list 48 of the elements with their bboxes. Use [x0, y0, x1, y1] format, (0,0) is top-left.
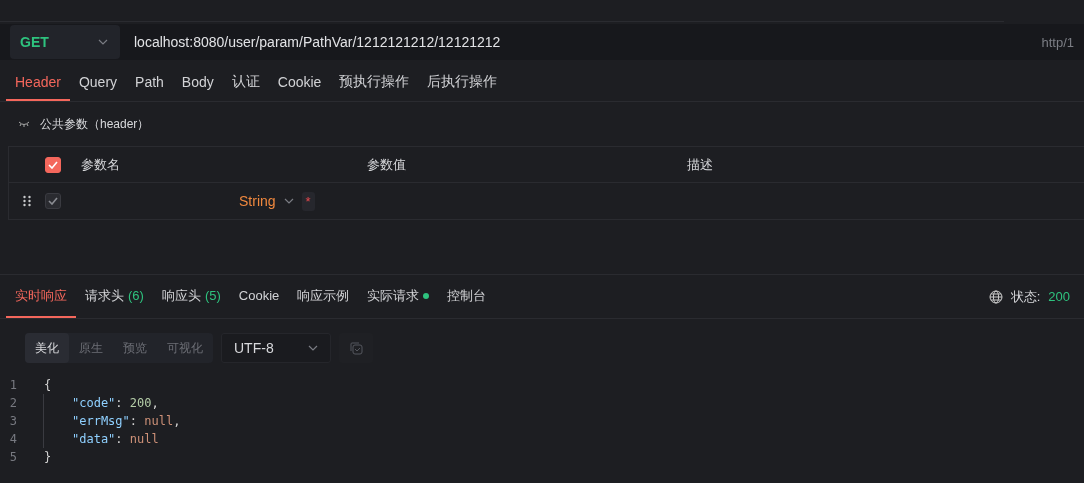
drag-handle-icon[interactable]	[23, 195, 31, 207]
response-tab[interactable]: 请求头 (6)	[76, 275, 153, 318]
checkmark-icon	[48, 197, 58, 205]
column-header: 参数值	[367, 155, 407, 174]
response-tab[interactable]: 响应示例	[288, 275, 359, 318]
request-tab[interactable]: Body	[172, 64, 223, 101]
request-tab[interactable]: Cookie	[268, 64, 331, 101]
protocol-label: http/1	[1041, 34, 1074, 50]
chevron-down-icon	[98, 39, 108, 45]
response-tab[interactable]: Cookie	[229, 275, 289, 318]
line-number: 3	[8, 414, 18, 428]
line-number: 1	[8, 378, 18, 392]
checkmark-icon	[48, 160, 58, 169]
url-field[interactable]: localhost:8080/user/param/PathVar/1212121212/12121212	[134, 34, 1028, 50]
column-header: 描述	[687, 155, 714, 174]
response-tab[interactable]: 响应头 (5)	[152, 275, 230, 318]
method-select[interactable]: GET	[10, 25, 120, 59]
line-number: 2	[8, 396, 18, 410]
copy-icon	[349, 341, 363, 355]
code-line: {	[44, 378, 52, 392]
code-line: }	[44, 450, 52, 464]
response-tab[interactable]: 实际请求	[358, 275, 439, 318]
request-tab[interactable]: 预执行操作	[330, 64, 419, 101]
required-mark[interactable]: *	[301, 191, 315, 211]
response-tab[interactable]: 实时响应	[6, 275, 76, 318]
chevron-down-icon	[283, 198, 294, 204]
row-checkbox[interactable]	[45, 193, 61, 209]
request-tab[interactable]: 认证	[222, 64, 269, 101]
code-line: "data": null	[71, 432, 159, 446]
encoding-select[interactable]: UTF-8	[221, 333, 331, 363]
status-code: 200	[1048, 289, 1070, 304]
line-number: 4	[8, 432, 18, 446]
globe-icon	[988, 289, 1003, 304]
code-line: "code": 200,	[71, 396, 159, 410]
status-label: 状态:	[1010, 287, 1041, 306]
request-tab[interactable]: 后执行操作	[418, 64, 507, 101]
select-all-checkbox[interactable]	[45, 156, 61, 173]
code-line: "errMsg": null,	[71, 414, 181, 428]
type-select[interactable]: String	[239, 193, 276, 209]
view-mode-button[interactable]: 美化	[25, 333, 69, 363]
request-tab[interactable]: Path	[126, 64, 173, 101]
chevron-down-icon	[308, 345, 318, 351]
section-title: 公共参数（header）	[40, 115, 150, 133]
response-tab[interactable]: 控制台	[438, 275, 496, 318]
request-tab[interactable]: Header	[6, 64, 70, 101]
line-number: 5	[8, 450, 18, 464]
request-tab[interactable]: Query	[69, 64, 127, 101]
column-header: 参数名	[81, 155, 121, 174]
